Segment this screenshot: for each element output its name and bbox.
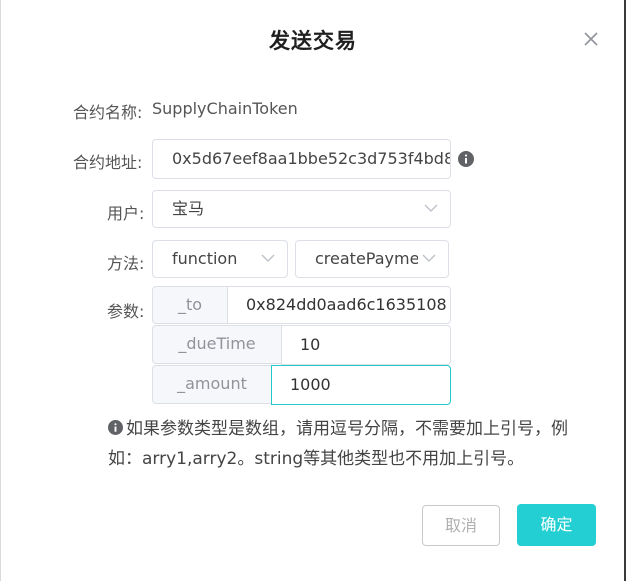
param-hint: 如果参数类型是数组，请用逗号分隔，不需要加上引号，例如：arry1,arry2。… [108, 414, 598, 474]
param-value-amount: 1000 [290, 375, 331, 394]
dialog-title: 发送交易 [269, 29, 357, 53]
chevron-down-icon [424, 204, 438, 213]
param-name-duetime: _dueTime [152, 325, 282, 364]
method-type-value: function [172, 249, 238, 268]
user-select-value: 宝马 [172, 199, 205, 218]
param-hint-text: 如果参数类型是数组，请用逗号分隔，不需要加上引号，例如：arry1,arry2。… [108, 419, 568, 469]
param-input-duetime[interactable]: 10 [281, 325, 451, 365]
dialog-left-edge [0, 0, 1, 581]
method-label: 方法: [107, 254, 145, 273]
method-name-select[interactable]: createPayme [295, 240, 449, 278]
params-label: 参数: [107, 302, 145, 321]
confirm-button[interactable]: 确定 [517, 504, 596, 546]
param-value-to: 0x824dd0aad6c1635108 [246, 295, 447, 314]
contract-name-value: SupplyChainToken [152, 99, 298, 118]
param-name-to: _to [152, 286, 228, 324]
info-icon[interactable] [458, 151, 474, 167]
param-name-amount: _amount [152, 365, 272, 404]
chevron-down-icon [261, 254, 275, 263]
contract-address-label: 合约地址: [73, 153, 143, 172]
contract-address-text: 0x5d67eef8aa1bbe52c3d753f4bd8 [172, 149, 451, 168]
method-type-select[interactable]: function [152, 240, 288, 278]
user-select[interactable]: 宝马 [152, 190, 451, 228]
send-transaction-dialog: 发送交易 合约名称: SupplyChainToken 合约地址: 0x5d67… [0, 0, 626, 581]
info-icon [108, 420, 123, 435]
chevron-down-icon [418, 253, 436, 263]
method-name-value: createPayme [315, 249, 420, 268]
cancel-button[interactable]: 取消 [422, 505, 500, 546]
param-input-amount[interactable]: 1000 [271, 365, 451, 405]
param-input-to[interactable]: 0x824dd0aad6c1635108 [227, 286, 451, 324]
contract-name-label: 合约名称: [73, 103, 143, 122]
param-value-duetime: 10 [300, 335, 321, 354]
close-icon[interactable] [580, 28, 602, 50]
contract-address-field[interactable]: 0x5d67eef8aa1bbe52c3d753f4bd8 [152, 139, 451, 179]
user-label: 用户: [107, 204, 145, 223]
